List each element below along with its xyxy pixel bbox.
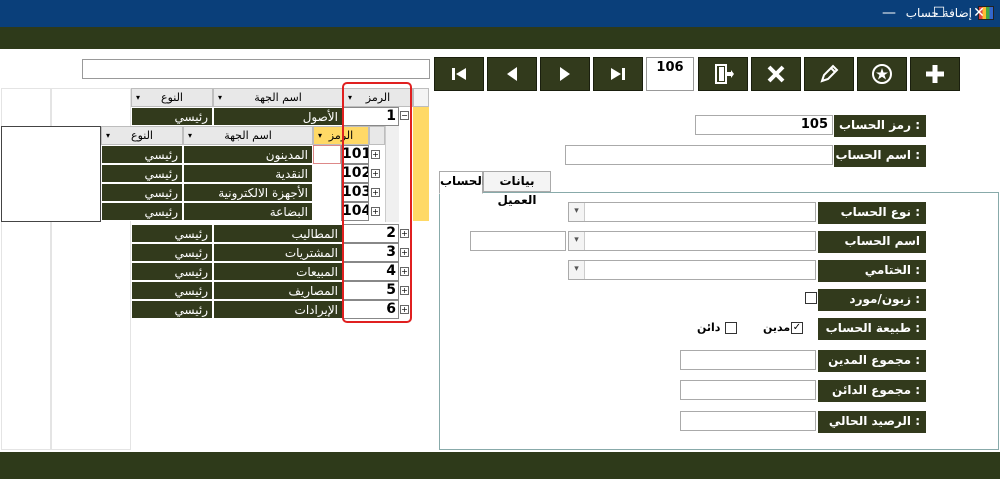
table-row-type[interactable]: رئيسي (131, 262, 213, 281)
current-balance-label: الرصيد الحالي : (818, 411, 926, 433)
highlight-box (342, 82, 412, 323)
first-record-button[interactable] (434, 57, 484, 91)
table-row-name[interactable]: المصاريف (213, 281, 343, 300)
main-account-code-input[interactable] (470, 231, 566, 251)
table-row-name[interactable]: الأصول (213, 107, 343, 126)
debit-checkbox[interactable]: ✓ (791, 322, 803, 334)
current-balance-input[interactable] (680, 411, 816, 431)
maximize-button[interactable]: ☐ (918, 0, 960, 27)
chevron-down-icon[interactable]: ▾ (569, 232, 585, 250)
next-icon (560, 67, 570, 81)
header-type[interactable]: ▾ النوع (131, 88, 213, 107)
edit-button[interactable] (804, 57, 854, 91)
child-row-name[interactable]: المدينون (183, 145, 313, 164)
tab-account[interactable]: الحساب (439, 171, 486, 194)
minimize-button[interactable]: — (868, 0, 910, 27)
child-row-type[interactable]: رئيسي (101, 183, 183, 202)
prev-icon (507, 67, 517, 81)
table-row-name[interactable]: الإيرادات (213, 300, 343, 319)
row-selector[interactable] (413, 107, 429, 221)
child-row-type[interactable]: رئيسي (101, 145, 183, 164)
table-row-type[interactable]: رئيسي (131, 224, 213, 243)
edit-icon (820, 64, 839, 83)
child-row-focus (313, 145, 341, 164)
total-debit-input[interactable] (680, 350, 816, 370)
credit-checkbox[interactable] (725, 322, 737, 334)
final-label: الختامي : (818, 260, 926, 282)
record-counter: 106 (646, 57, 694, 91)
chevron-down-icon[interactable]: ▾ (569, 261, 585, 279)
add-button[interactable] (910, 57, 960, 91)
first-icon (452, 68, 466, 80)
child-row-name[interactable]: الأجهزة الالكترونية (183, 183, 313, 202)
account-code-label: رمز الحساب : (834, 115, 926, 137)
delete-icon (767, 65, 785, 83)
total-debit-label: مجموع المدين : (818, 350, 926, 372)
total-credit-input[interactable] (680, 380, 816, 400)
bottom-band (0, 452, 1000, 479)
final-select[interactable]: ▾ (568, 260, 816, 280)
table-row-name[interactable]: المطاليب (213, 224, 343, 243)
account-type-label: نوع الحساب : (818, 202, 926, 224)
customer-supplier-checkbox[interactable] (805, 292, 817, 304)
prev-record-button[interactable] (487, 57, 537, 91)
total-credit-label: مجموع الدائن : (818, 380, 926, 402)
next-record-button[interactable] (540, 57, 590, 91)
child-row-type[interactable]: رئيسي (101, 202, 183, 221)
account-type-select[interactable]: ▾ (568, 202, 816, 222)
child-grid-blank (1, 126, 101, 222)
exit-button[interactable] (698, 57, 748, 91)
main-account-select[interactable]: ▾ (568, 231, 816, 251)
search-input[interactable] (82, 59, 430, 79)
debit-option-label: مدين (763, 321, 791, 334)
main-account-label: اسم الحساب الرئيسي : (818, 231, 926, 269)
star-icon (872, 64, 892, 84)
table-row-type[interactable]: رئيسي (131, 243, 213, 262)
child-row-name[interactable]: النقدية (183, 164, 313, 183)
chevron-down-icon[interactable]: ▾ (569, 203, 585, 221)
title-bar: إضافة حساب — ☐ ✕ (0, 0, 1000, 27)
child-header-entity[interactable]: ▾ اسم الجهة (183, 126, 313, 145)
table-row-type[interactable]: رئيسي (131, 281, 213, 300)
header-entity[interactable]: ▾ اسم الجهة (213, 88, 343, 107)
main-content: 106 ▾ الرمز ▾ اسم الجهة ▾ النوع 1 الأصول رئ… (0, 49, 1000, 452)
header-corner (413, 88, 429, 107)
child-row-type[interactable]: رئيسي (101, 164, 183, 183)
account-name-label: اسم الحساب : (834, 145, 926, 167)
table-row-name[interactable]: المبيعات (213, 262, 343, 281)
account-name-input[interactable] (565, 145, 833, 165)
table-row-type[interactable]: رئيسي (131, 107, 213, 126)
last-icon (611, 68, 625, 80)
close-button[interactable]: ✕ (958, 0, 1000, 27)
account-code-input[interactable]: 105 (695, 115, 833, 135)
new-record-button[interactable] (857, 57, 907, 91)
last-record-button[interactable] (593, 57, 643, 91)
delete-button[interactable] (751, 57, 801, 91)
tab-customer[interactable]: بيانات العميل (483, 171, 551, 207)
account-nature-label: طبيعة الحساب : (818, 318, 926, 340)
table-row-name[interactable]: المشتريات (213, 243, 343, 262)
exit-icon (715, 64, 734, 84)
add-icon (926, 65, 944, 83)
customer-supplier-label: زبون/مورد : (818, 289, 926, 311)
child-header-type[interactable]: ▾ النوع (101, 126, 183, 145)
table-row-type[interactable]: رئيسي (131, 300, 213, 319)
credit-option-label: دائن (697, 321, 721, 334)
top-band (0, 27, 1000, 49)
child-row-name[interactable]: البضاعة (183, 202, 313, 221)
